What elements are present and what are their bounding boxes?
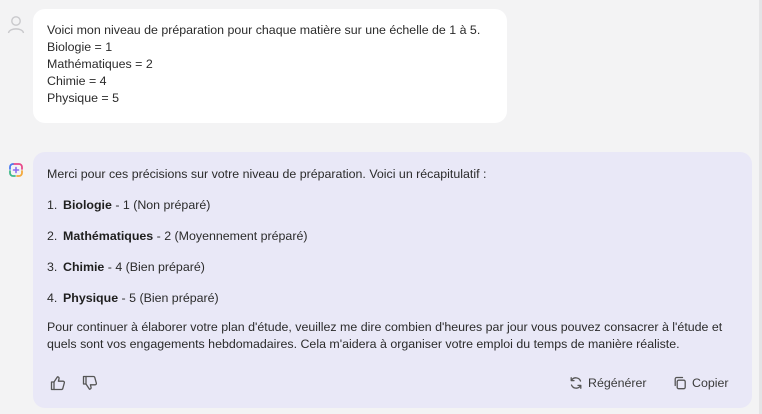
subject-detail: - 1 (Non préparé)	[111, 198, 211, 212]
copy-icon	[674, 376, 686, 390]
user-message: Voici mon niveau de préparation pour cha…	[33, 9, 507, 123]
subject-name: Physique	[63, 291, 119, 305]
list-item: 1. Biologie - 1 (Non préparé)	[47, 197, 738, 214]
user-message-line: Biologie = 1	[47, 40, 113, 54]
refresh-icon	[570, 377, 582, 389]
list-item: 4. Physique - 5 (Bien préparé)	[47, 290, 738, 307]
subject-detail: - 4 (Bien préparé)	[104, 260, 205, 274]
copy-button[interactable]: Copier	[673, 373, 729, 393]
list-item: 2. Mathématiques - 2 (Moyennement préparé…	[47, 228, 738, 245]
subject-name: Chimie	[63, 260, 105, 274]
user-avatar-icon	[7, 16, 25, 34]
user-message-line: Chimie = 4	[47, 74, 107, 88]
list-number: 1.	[47, 198, 58, 212]
user-message-line: Mathématiques = 2	[47, 57, 153, 71]
subject-detail: - 2 (Moyennement préparé)	[153, 229, 308, 243]
assistant-message: Merci pour ces précisions sur votre nive…	[33, 152, 752, 408]
subject-name: Mathématiques	[63, 229, 154, 243]
list-number: 3.	[47, 260, 58, 274]
assistant-logo-icon	[9, 163, 23, 177]
summary-list: 1. Biologie - 1 (Non préparé) 2. Mathémati…	[47, 197, 738, 307]
assistant-intro: Merci pour ces précisions sur votre nive…	[47, 167, 487, 181]
assistant-closing: Pour continuer à élaborer votre plan d'é…	[47, 320, 723, 351]
list-number: 4.	[47, 291, 58, 305]
user-message-line: Physique = 5	[47, 91, 119, 105]
regenerate-button[interactable]: Régénérer	[569, 373, 647, 393]
thumbs-up-icon[interactable]	[49, 374, 67, 392]
message-actions: Régénérer Copier	[33, 358, 752, 408]
copy-label: Copier	[692, 375, 729, 390]
list-number: 2.	[47, 229, 58, 243]
subject-detail: - 5 (Bien préparé)	[118, 291, 219, 305]
list-item: 3. Chimie - 4 (Bien préparé)	[47, 259, 738, 276]
user-message-line: Voici mon niveau de préparation pour cha…	[47, 23, 481, 37]
regenerate-label: Régénérer	[588, 375, 647, 390]
subject-name: Biologie	[63, 198, 112, 212]
thumbs-down-icon[interactable]	[81, 374, 99, 392]
